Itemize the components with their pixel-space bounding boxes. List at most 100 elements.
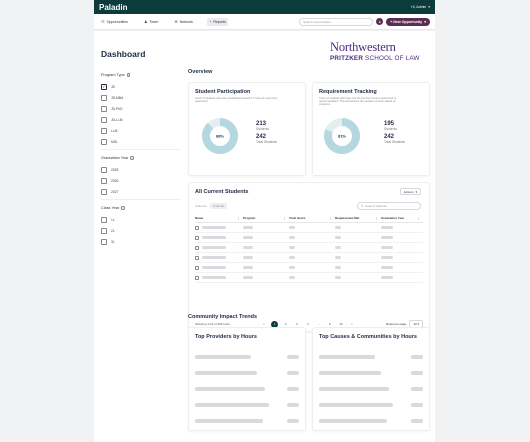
table-cell bbox=[289, 226, 335, 229]
checkbox[interactable] bbox=[101, 177, 107, 184]
filter-option-class-2l[interactable]: 2L bbox=[101, 225, 181, 236]
table-cell bbox=[335, 276, 381, 279]
list-item[interactable] bbox=[195, 365, 299, 381]
column-header-program[interactable]: Program ⋮ bbox=[243, 216, 289, 220]
info-icon[interactable]: i bbox=[126, 73, 131, 77]
table-cell bbox=[243, 276, 289, 279]
table-cell bbox=[243, 226, 289, 229]
checkbox[interactable] bbox=[101, 238, 107, 245]
row-checkbox[interactable] bbox=[195, 255, 199, 260]
checkbox[interactable] bbox=[101, 94, 107, 101]
notification-icon[interactable]: ● bbox=[376, 18, 384, 25]
filter-option-class-1l[interactable]: 1L bbox=[101, 214, 181, 225]
info-icon[interactable]: i bbox=[121, 206, 125, 210]
table-row[interactable] bbox=[195, 263, 423, 273]
list-item[interactable] bbox=[319, 397, 423, 413]
filter-option-program-msl[interactable]: MSL bbox=[101, 136, 181, 147]
user-name: Hi, Admin bbox=[411, 5, 427, 9]
nav-item-opportunities[interactable]: ☷ Opportunities bbox=[99, 18, 130, 26]
main-page: Dashboard Program Type i ✓ JD JD-MBA JD-PhD J… bbox=[94, 31, 435, 442]
table-cell bbox=[335, 266, 381, 269]
filter-option-label: 2026 bbox=[111, 178, 119, 183]
checkbox[interactable] bbox=[101, 188, 107, 195]
top-providers-card: Top Providers by Hours bbox=[188, 327, 306, 431]
rows-per-page-label: Rows per page bbox=[386, 322, 407, 326]
table-cell bbox=[289, 236, 335, 239]
checkbox[interactable] bbox=[101, 166, 107, 173]
list-item[interactable] bbox=[319, 365, 423, 381]
table-row[interactable] bbox=[195, 273, 423, 283]
opportunity-search-input[interactable]: Search opportunities bbox=[299, 17, 374, 26]
placeholder-bar bbox=[319, 419, 387, 423]
checkbox[interactable] bbox=[101, 127, 107, 134]
placeholder-bar bbox=[319, 355, 375, 359]
email-button[interactable]: ✉ Email bbox=[209, 203, 227, 209]
column-header-graduation-year[interactable]: Graduation Year ⋮ bbox=[381, 216, 423, 220]
table-title: All Current Students bbox=[195, 189, 249, 195]
info-icon[interactable]: i bbox=[130, 156, 134, 160]
row-checkbox[interactable] bbox=[195, 235, 199, 240]
list-item[interactable] bbox=[195, 397, 299, 413]
column-menu-icon[interactable]: ⋮ bbox=[283, 216, 286, 220]
table-row[interactable] bbox=[195, 223, 423, 233]
actions-button[interactable]: Actions ▾ bbox=[399, 188, 421, 195]
filter-option-program-jd-llm[interactable]: JD-LLM bbox=[101, 114, 181, 125]
filter-option-program-jd-phd[interactable]: JD-PhD bbox=[101, 103, 181, 114]
column-header-requirement-met[interactable]: Requirement Met ⋮ bbox=[335, 216, 381, 220]
column-menu-icon[interactable]: ⋮ bbox=[329, 216, 332, 220]
placeholder-bar bbox=[335, 256, 341, 259]
table-row[interactable] bbox=[195, 233, 423, 243]
row-checkbox[interactable] bbox=[195, 265, 199, 270]
user-menu[interactable]: Hi, Admin ▾ bbox=[411, 5, 430, 9]
checkbox-checked[interactable]: ✓ bbox=[101, 83, 107, 90]
filter-option-grad-2025[interactable]: 2025 bbox=[101, 164, 181, 175]
filter-option-label: 2027 bbox=[111, 189, 119, 194]
list-item[interactable] bbox=[319, 381, 423, 397]
nav-item-reports[interactable]: ◔ Reports bbox=[206, 17, 228, 26]
row-checkbox[interactable] bbox=[195, 245, 199, 250]
columns-button[interactable]: Columns bbox=[195, 204, 207, 208]
causes-list bbox=[319, 349, 423, 429]
list-item[interactable] bbox=[195, 349, 299, 365]
column-header-total-hours[interactable]: Total Hours ⋮ bbox=[289, 216, 335, 220]
filter-option-label: 2025 bbox=[111, 167, 119, 172]
filter-option-program-jd-mba[interactable]: JD-MBA bbox=[101, 92, 181, 103]
filter-heading: Program Type i bbox=[101, 73, 181, 77]
list-item[interactable] bbox=[319, 349, 423, 365]
placeholder-bar bbox=[243, 236, 253, 239]
list-item[interactable] bbox=[319, 413, 423, 429]
table-row[interactable] bbox=[195, 243, 423, 253]
column-header-name[interactable]: Name ⋮ bbox=[195, 216, 243, 220]
column-menu-icon[interactable]: ⋮ bbox=[237, 216, 240, 220]
student-search-input[interactable]: ⚲ Search students bbox=[357, 202, 421, 210]
checkbox[interactable] bbox=[101, 227, 107, 234]
column-menu-icon[interactable]: ⋮ bbox=[375, 216, 378, 220]
table-cell bbox=[243, 236, 289, 239]
new-opportunity-button[interactable]: + New Opportunity ▾ bbox=[386, 17, 430, 26]
row-checkbox[interactable] bbox=[195, 275, 199, 280]
list-item[interactable] bbox=[195, 381, 299, 397]
filter-option-grad-2027[interactable]: 2027 bbox=[101, 186, 181, 197]
checkbox[interactable] bbox=[101, 116, 107, 123]
filter-option-program-jd[interactable]: ✓ JD bbox=[101, 81, 181, 92]
list-item[interactable] bbox=[195, 413, 299, 429]
checkbox[interactable] bbox=[101, 216, 107, 223]
page-button[interactable]: 4 bbox=[304, 321, 311, 328]
row-checkbox[interactable] bbox=[195, 225, 199, 230]
placeholder-bar bbox=[381, 266, 393, 269]
checkbox[interactable] bbox=[101, 105, 107, 112]
brand-logo[interactable]: Paladin bbox=[99, 3, 127, 12]
nav-item-network[interactable]: ✲ Network bbox=[172, 18, 195, 26]
students-table: Name ⋮ Program ⋮ Total Hours ⋮ Requirement … bbox=[195, 214, 423, 283]
table-row[interactable] bbox=[195, 253, 423, 263]
column-menu-icon[interactable]: ⋮ bbox=[417, 216, 420, 220]
nav-item-team[interactable]: ♟ Team bbox=[142, 18, 160, 26]
filter-option-class-3l[interactable]: 3L bbox=[101, 236, 181, 247]
chevron-down-icon: ▾ bbox=[424, 19, 426, 24]
filter-option-label: LLM bbox=[111, 128, 118, 133]
filter-option-grad-2026[interactable]: 2026 bbox=[101, 175, 181, 186]
filter-option-program-llm[interactable]: LLM bbox=[101, 125, 181, 136]
checkbox[interactable] bbox=[101, 138, 107, 145]
students-label: Students bbox=[256, 127, 270, 131]
new-opportunity-label: + New Opportunity bbox=[390, 19, 423, 24]
